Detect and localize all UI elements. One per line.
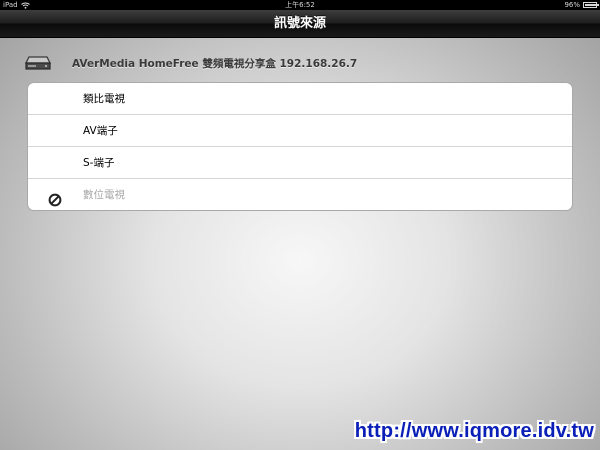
no-entry-icon	[48, 188, 62, 207]
source-label: 數位電視	[83, 189, 125, 201]
source-label: 類比電視	[83, 93, 125, 105]
status-bar: iPad 上午6:52 96%	[0, 0, 600, 10]
status-right: 96%	[564, 0, 599, 10]
battery-fill	[585, 4, 597, 6]
battery-percent: 96%	[564, 1, 580, 9]
source-row-analog-tv[interactable]: 類比電視	[28, 83, 572, 115]
battery-icon	[583, 2, 599, 8]
watermark-text: http://www.iqmore.idv.tw	[354, 420, 594, 442]
source-row-s-video[interactable]: S-端子	[28, 147, 572, 179]
source-row-av[interactable]: AV端子	[28, 115, 572, 147]
navigation-bar: 訊號來源	[0, 10, 600, 38]
source-row-digital-tv: 數位電視	[28, 179, 572, 210]
set-top-box-icon	[24, 55, 52, 71]
source-label: AV端子	[83, 125, 118, 137]
device-label: AVerMedia HomeFree 雙頻電視分享盒 192.168.26.7	[72, 57, 358, 70]
status-time: 上午6:52	[285, 1, 315, 9]
page-title: 訊號來源	[273, 16, 326, 31]
device-header: AVerMedia HomeFree 雙頻電視分享盒 192.168.26.7	[24, 54, 357, 72]
source-label: S-端子	[83, 157, 115, 169]
signal-source-list: 類比電視 AV端子 S-端子 數位電視	[27, 82, 573, 211]
